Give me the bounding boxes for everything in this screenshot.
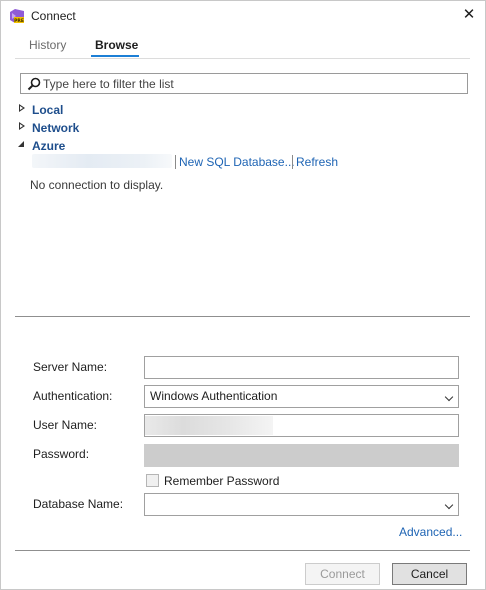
tree-node-network[interactable]: Network	[32, 121, 79, 135]
database-name-label: Database Name:	[33, 497, 124, 511]
azure-account-redacted[interactable]	[32, 154, 172, 168]
tab-divider	[15, 58, 470, 59]
chevron-down-icon	[444, 392, 454, 402]
authentication-label: Authentication:	[33, 389, 113, 403]
svg-text:PRE: PRE	[14, 18, 24, 24]
cancel-button[interactable]: Cancel	[392, 563, 467, 585]
tab-history[interactable]: History	[29, 38, 66, 52]
search-box[interactable]	[20, 73, 468, 94]
remember-password-checkbox[interactable]	[146, 474, 159, 487]
database-name-select[interactable]	[144, 493, 459, 516]
authentication-value: Windows Authentication	[150, 389, 278, 403]
user-name-redacted	[145, 416, 273, 435]
connect-button[interactable]: Connect	[305, 563, 380, 585]
visual-studio-icon: PRE	[10, 9, 24, 24]
authentication-select[interactable]: Windows Authentication	[144, 385, 459, 408]
active-tab-indicator	[91, 55, 139, 57]
search-input[interactable]	[43, 75, 463, 92]
tab-browse[interactable]: Browse	[95, 38, 138, 52]
collapse-azure-icon[interactable]	[18, 141, 24, 147]
user-name-field[interactable]	[144, 414, 459, 437]
user-name-label: User Name:	[33, 418, 98, 432]
chevron-down-icon	[444, 500, 454, 510]
tree-node-azure[interactable]: Azure	[32, 139, 65, 153]
password-label: Password:	[33, 447, 90, 461]
new-sql-database-link[interactable]: New SQL Database...	[179, 155, 295, 169]
server-name-label: Server Name:	[33, 360, 108, 374]
tree-node-local[interactable]: Local	[32, 103, 63, 117]
link-separator	[175, 155, 176, 169]
window-title: Connect	[31, 9, 76, 23]
advanced-link[interactable]: Advanced...	[399, 525, 462, 539]
remember-password-label[interactable]: Remember Password	[164, 474, 279, 488]
link-separator	[292, 155, 293, 169]
server-name-field[interactable]	[144, 356, 459, 379]
search-icon	[27, 77, 41, 91]
refresh-link[interactable]: Refresh	[296, 155, 338, 169]
footer-divider	[15, 550, 470, 551]
empty-message: No connection to display.	[30, 178, 164, 192]
password-field	[144, 444, 459, 467]
close-icon[interactable]: ✕	[460, 6, 478, 24]
section-divider	[15, 316, 470, 317]
